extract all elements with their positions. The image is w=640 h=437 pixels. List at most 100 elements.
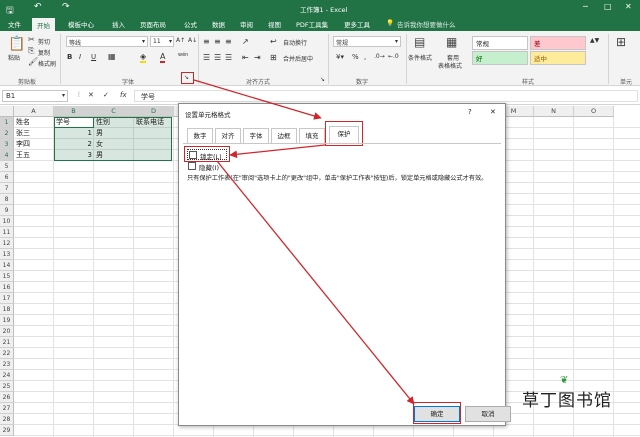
- cell-a1[interactable]: 姓名: [14, 117, 54, 128]
- increase-decimal-icon[interactable]: .0→: [374, 53, 385, 60]
- row-header-12[interactable]: 12: [0, 238, 14, 249]
- minimize-icon[interactable]: ─: [583, 2, 588, 11]
- fill-color-icon[interactable]: ◈: [140, 52, 147, 63]
- cell-c3[interactable]: 女: [94, 139, 134, 150]
- font-name-select[interactable]: 等线 ▾: [66, 36, 148, 47]
- cell-b4[interactable]: 3: [54, 150, 94, 161]
- indent-decrease-icon[interactable]: ⇤: [242, 53, 249, 62]
- cell-c4[interactable]: 男: [94, 150, 134, 161]
- tab-fill[interactable]: 填充: [299, 128, 325, 143]
- cell-b3[interactable]: 2: [54, 139, 94, 150]
- row-header-19[interactable]: 19: [0, 315, 14, 326]
- row-header-26[interactable]: 26: [0, 392, 14, 403]
- copy-icon[interactable]: ⎘: [28, 46, 34, 56]
- cut-icon[interactable]: ✂: [28, 35, 35, 45]
- row-header-7[interactable]: 7: [0, 183, 14, 194]
- font-color-icon[interactable]: A: [160, 52, 166, 63]
- row-header-17[interactable]: 17: [0, 293, 14, 304]
- number-format-select[interactable]: 常规 ▾: [333, 36, 401, 47]
- merge-center-icon[interactable]: ⊞: [270, 53, 277, 62]
- tab-alignment[interactable]: 对齐: [215, 128, 241, 143]
- style-neutral[interactable]: 适中: [530, 51, 586, 65]
- column-header-n[interactable]: N: [534, 106, 574, 117]
- cell-d1[interactable]: 联系电话: [134, 117, 174, 128]
- grow-font-icon[interactable]: A↑: [176, 37, 185, 44]
- tab-insert[interactable]: 插入: [112, 19, 125, 29]
- orientation-icon[interactable]: ↗: [242, 37, 249, 46]
- decrease-decimal-icon[interactable]: ←.0: [388, 53, 399, 60]
- merge-center-button[interactable]: 合并后居中: [283, 54, 313, 63]
- column-header-o[interactable]: O: [574, 106, 614, 117]
- cell-d3[interactable]: [134, 139, 174, 150]
- name-box[interactable]: B1 ▾: [2, 90, 68, 102]
- format-painter-icon[interactable]: 🖌: [28, 57, 38, 67]
- tab-number[interactable]: 数字: [187, 128, 213, 143]
- row-header-10[interactable]: 10: [0, 216, 14, 227]
- tab-font[interactable]: 字体: [243, 128, 269, 143]
- style-good[interactable]: 好: [472, 51, 528, 65]
- tab-formulas[interactable]: 公式: [184, 19, 197, 29]
- indent-increase-icon[interactable]: ⇥: [254, 53, 261, 62]
- cell-a4[interactable]: 王五: [14, 150, 54, 161]
- row-header-14[interactable]: 14: [0, 260, 14, 271]
- underline-button[interactable]: U: [91, 53, 96, 61]
- align-right-icon[interactable]: ☰: [225, 53, 232, 62]
- conditional-format-icon[interactable]: ▤: [414, 35, 425, 49]
- wrap-text-icon[interactable]: ↩: [270, 37, 277, 46]
- shrink-font-icon[interactable]: A↓: [188, 37, 197, 44]
- redo-icon[interactable]: ↷: [62, 2, 70, 12]
- style-normal[interactable]: 常规: [472, 36, 528, 50]
- paste-button[interactable]: 粘贴: [8, 53, 20, 62]
- row-header-22[interactable]: 22: [0, 348, 14, 359]
- tab-file[interactable]: 文件: [8, 19, 21, 29]
- align-left-icon[interactable]: ☰: [203, 53, 210, 62]
- tab-border[interactable]: 边框: [271, 128, 297, 143]
- style-bad[interactable]: 差: [530, 36, 586, 50]
- tab-template-center[interactable]: 模板中心: [68, 19, 94, 29]
- row-header-15[interactable]: 15: [0, 271, 14, 282]
- hidden-checkbox[interactable]: [188, 162, 196, 170]
- cell-b1[interactable]: 学号: [54, 117, 94, 128]
- row-header-9[interactable]: 9: [0, 205, 14, 216]
- table-format-button-line2[interactable]: 表格格式: [438, 61, 462, 70]
- alignment-dialog-launcher-icon[interactable]: ↘: [320, 76, 325, 83]
- row-header-8[interactable]: 8: [0, 194, 14, 205]
- align-top-icon[interactable]: ≡: [203, 37, 210, 46]
- insert-function-icon[interactable]: fx: [120, 91, 127, 99]
- column-header-c[interactable]: C: [94, 106, 134, 117]
- close-icon[interactable]: ✕: [625, 2, 632, 11]
- insert-cells-icon[interactable]: ⊞: [616, 35, 626, 49]
- align-center-icon[interactable]: ☰: [214, 53, 221, 62]
- align-bottom-icon[interactable]: ≡: [225, 37, 232, 46]
- help-icon[interactable]: ?: [468, 108, 472, 116]
- row-header-18[interactable]: 18: [0, 304, 14, 315]
- row-header-21[interactable]: 21: [0, 337, 14, 348]
- row-header-11[interactable]: 11: [0, 227, 14, 238]
- font-dialog-launcher-icon[interactable]: ↘: [184, 74, 189, 81]
- italic-button[interactable]: I: [79, 53, 81, 61]
- restore-icon[interactable]: □: [604, 2, 612, 11]
- row-header-23[interactable]: 23: [0, 359, 14, 370]
- copy-button[interactable]: 复制: [38, 48, 50, 57]
- row-header-6[interactable]: 6: [0, 172, 14, 183]
- undo-icon[interactable]: ↶: [34, 2, 42, 12]
- cell-b2[interactable]: 1: [54, 128, 94, 139]
- cell-d4[interactable]: [134, 150, 174, 161]
- cut-button[interactable]: 剪切: [38, 37, 50, 46]
- tab-home[interactable]: 开始: [32, 18, 55, 31]
- row-header-28[interactable]: 28: [0, 414, 14, 425]
- column-header-a[interactable]: A: [14, 106, 54, 117]
- font-size-select[interactable]: 11 ▾: [150, 36, 174, 47]
- cell-c1[interactable]: 性别: [94, 117, 134, 128]
- tab-more-tools[interactable]: 更多工具: [344, 19, 370, 29]
- dialog-close-icon[interactable]: ✕: [490, 108, 496, 116]
- row-header-25[interactable]: 25: [0, 381, 14, 392]
- format-painter-button[interactable]: 格式刷: [38, 59, 56, 68]
- cell-a3[interactable]: 李四: [14, 139, 54, 150]
- bold-button[interactable]: B: [67, 53, 72, 61]
- cancel-button[interactable]: 取消: [465, 406, 511, 422]
- cancel-entry-icon[interactable]: ✕: [88, 91, 94, 99]
- border-icon[interactable]: ▦: [108, 52, 116, 61]
- tab-pdf-tools[interactable]: PDF工具集: [296, 19, 328, 29]
- row-header-1[interactable]: 1: [0, 117, 14, 128]
